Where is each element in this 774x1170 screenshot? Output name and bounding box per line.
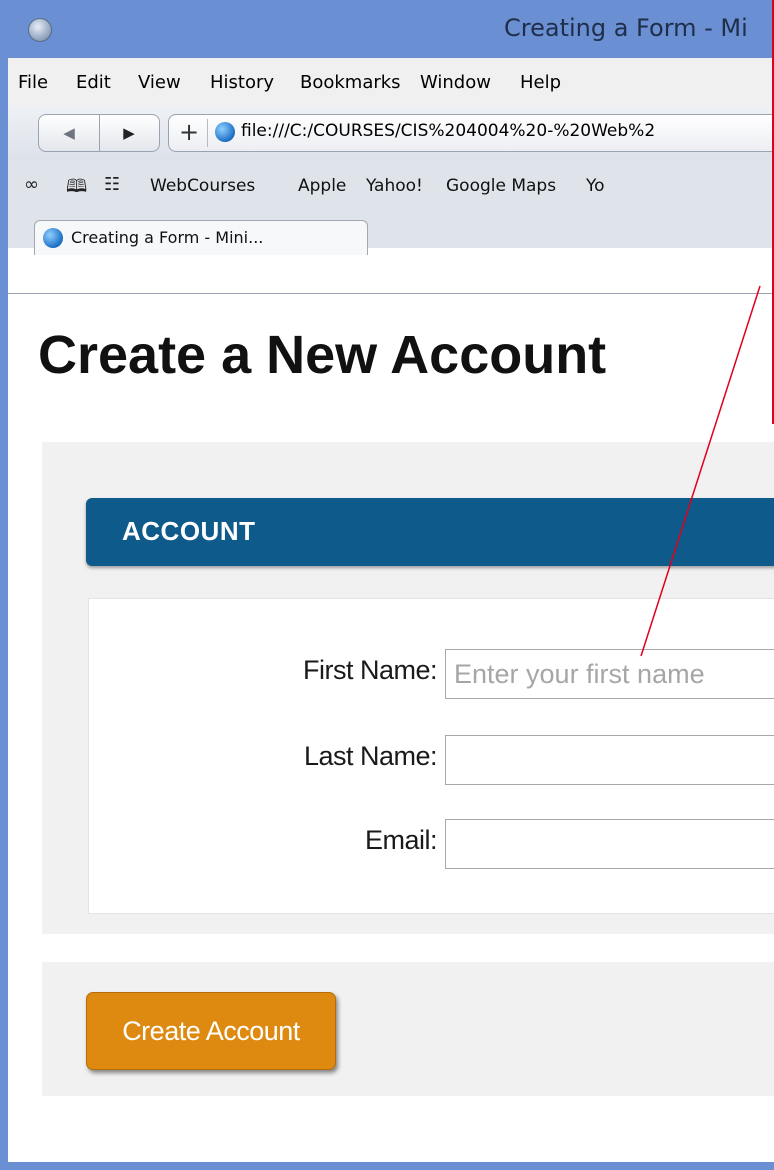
account-fieldset: ACCOUNT First Name: Last Name: Email: [42, 442, 774, 934]
email-label: Email: [364, 825, 438, 855]
menu-view[interactable]: View [138, 72, 181, 93]
bookmarks-bar: ∞ 🕮 ☷ WebCourses Apple Yahoo! Google Map… [8, 160, 774, 255]
menu-edit[interactable]: Edit [76, 72, 111, 93]
page-content: Create a New Account ACCOUNT First Name:… [8, 294, 774, 1162]
menu-file[interactable]: File [18, 72, 48, 93]
bookmark-google-maps[interactable]: Google Maps [446, 176, 556, 196]
tab-label: Creating a Form - Mini... [71, 228, 264, 247]
bookmark-apple[interactable]: Apple [298, 176, 346, 196]
first-name-label: First Name: [302, 655, 438, 685]
address-bar[interactable]: + file:///C:/COURSES/CIS%204004%20-%20We… [168, 114, 774, 152]
menu-bar: File Edit View History Bookmarks Window … [8, 58, 774, 106]
tab-creating-a-form[interactable]: Creating a Form - Mini... [34, 220, 368, 255]
url-text[interactable]: file:///C:/COURSES/CIS%204004%20-%20Web%… [241, 121, 655, 141]
menu-bookmarks[interactable]: Bookmarks [300, 72, 401, 93]
page-title: Create a New Account [38, 325, 607, 385]
create-account-button[interactable]: Create Account [86, 992, 336, 1070]
bookmark-more[interactable]: Yo [586, 176, 605, 196]
title-bar: Creating a Form - Mi [8, 0, 774, 58]
email-row: Email: [89, 819, 774, 871]
grid-icon[interactable]: ☷ [104, 174, 120, 195]
nav-buttons: ◀ ▶ [38, 114, 160, 152]
back-button[interactable]: ◀ [39, 115, 100, 151]
book-icon[interactable]: 🕮 [66, 174, 87, 204]
window-title: Creating a Form - Mi [504, 14, 748, 42]
menu-window[interactable]: Window [420, 72, 491, 93]
account-header-label: ACCOUNT [122, 516, 256, 546]
email-input[interactable] [445, 819, 774, 869]
forward-button[interactable]: ▶ [99, 115, 159, 151]
browser-app-icon[interactable] [28, 18, 52, 42]
last-name-row: Last Name: [89, 735, 774, 787]
first-name-input[interactable] [445, 649, 774, 699]
navigation-toolbar: ◀ ▶ + file:///C:/COURSES/CIS%204004%20-%… [8, 106, 774, 160]
menu-help[interactable]: Help [520, 72, 561, 93]
reading-glasses-icon[interactable]: ∞ [24, 174, 39, 195]
menu-history[interactable]: History [210, 72, 274, 93]
browser-window: Creating a Form - Mi File Edit View Hist… [8, 0, 774, 1162]
account-section-header: ACCOUNT [86, 498, 774, 566]
tab-globe-icon [43, 228, 63, 248]
last-name-input[interactable] [445, 735, 774, 785]
address-divider [207, 119, 208, 147]
submit-fieldset: Create Account [42, 962, 774, 1096]
first-name-row: First Name: [89, 649, 774, 701]
last-name-label: Last Name: [303, 741, 438, 771]
site-globe-icon [215, 122, 235, 142]
add-bookmark-button[interactable]: + [177, 117, 201, 147]
bookmark-webcourses[interactable]: WebCourses [150, 176, 255, 196]
bookmark-yahoo[interactable]: Yahoo! [366, 176, 423, 196]
account-form-body: First Name: Last Name: Email: [88, 598, 774, 914]
